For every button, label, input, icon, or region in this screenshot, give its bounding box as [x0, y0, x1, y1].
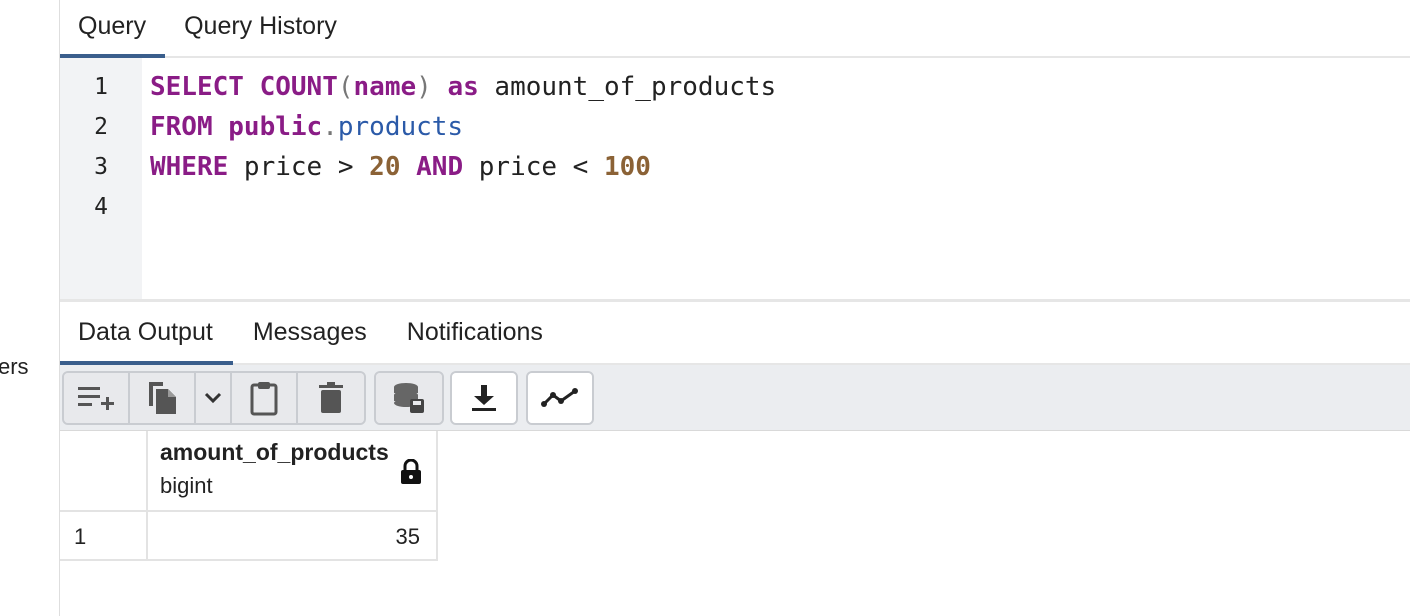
- save-data-button[interactable]: [376, 373, 442, 423]
- function-token: COUNT: [259, 72, 338, 102]
- delete-button[interactable]: [298, 373, 364, 423]
- graph-icon: [541, 388, 578, 407]
- tab-query-history[interactable]: Query History: [165, 0, 356, 56]
- tab-messages[interactable]: Messages: [233, 305, 387, 363]
- table-cell[interactable]: 35: [148, 512, 438, 561]
- alias-token: amount_of_products: [478, 72, 777, 102]
- keyword-token: WHERE: [150, 152, 229, 182]
- code-line-1[interactable]: SELECT COUNT(name) as amount_of_products: [150, 67, 776, 107]
- copy-options-dropdown[interactable]: [196, 373, 232, 423]
- chevron-down-icon: [204, 392, 222, 404]
- paste-button[interactable]: [232, 373, 298, 423]
- copy-icon: [149, 382, 176, 414]
- copy-button[interactable]: [130, 373, 196, 423]
- delete-icon: [319, 382, 343, 413]
- keyword-token: as: [447, 72, 479, 102]
- add-row-button[interactable]: [64, 373, 130, 423]
- download-button-group: [450, 371, 518, 425]
- number-token: 20: [369, 152, 401, 182]
- line-number: 2: [94, 114, 108, 140]
- query-tab-bar: Query Query History: [60, 0, 1410, 58]
- cell-value: 35: [395, 524, 420, 549]
- grid-corner-cell[interactable]: [60, 431, 148, 512]
- tab-data-output[interactable]: Data Output: [60, 305, 233, 365]
- graph-visualiser-button[interactable]: [528, 373, 592, 423]
- schema-token: public: [228, 112, 323, 142]
- lock-icon: [401, 459, 421, 484]
- identifier-token: name: [353, 72, 417, 102]
- object-explorer-sidebar: ers: [0, 0, 60, 616]
- column-name: amount_of_products: [160, 439, 389, 465]
- query-tool-panel: Query Query History 1 2 3 4 SELECT COUNT…: [60, 0, 1410, 616]
- expression-token: price <: [463, 152, 604, 182]
- download-icon: [472, 385, 496, 411]
- sql-editor[interactable]: 1 2 3 4 SELECT COUNT(name) as amount_of_…: [60, 58, 1410, 302]
- sidebar-cut-label[interactable]: ers: [0, 354, 29, 380]
- paren-token: (: [337, 72, 354, 102]
- add-row-icon: [78, 387, 114, 410]
- row-number: 1: [74, 524, 87, 549]
- edit-button-group: [62, 371, 366, 425]
- dot-token: .: [322, 112, 338, 142]
- tab-notifications[interactable]: Notifications: [387, 305, 563, 363]
- line-number: 4: [94, 194, 108, 220]
- number-token: 100: [604, 152, 651, 182]
- save-data-icon: [394, 383, 424, 413]
- result-tab-bar: Data Output Messages Notifications: [60, 305, 1410, 365]
- keyword-token: FROM: [150, 112, 213, 142]
- keyword-token: AND: [416, 152, 464, 182]
- keyword-token: SELECT: [150, 72, 244, 102]
- save-data-button-group: [374, 371, 444, 425]
- expression-token: price >: [228, 152, 370, 182]
- paste-icon: [250, 382, 278, 416]
- tab-query[interactable]: Query: [60, 0, 166, 58]
- paren-token: ): [416, 72, 432, 102]
- line-number: 3: [94, 154, 108, 180]
- column-header[interactable]: amount_of_products bigint: [148, 431, 438, 512]
- line-number: 1: [94, 74, 108, 100]
- line-number-gutter: 1 2 3 4: [60, 58, 142, 299]
- graph-button-group: [526, 371, 594, 425]
- data-output-toolbar: [60, 365, 1410, 431]
- download-button[interactable]: [452, 373, 516, 423]
- code-line-3[interactable]: WHERE price > 20 AND price < 100: [150, 147, 651, 187]
- code-line-2[interactable]: FROM public.products: [150, 107, 463, 147]
- table-token: products: [337, 112, 464, 142]
- row-number-cell[interactable]: 1: [60, 512, 148, 561]
- column-type: bigint: [160, 473, 213, 498]
